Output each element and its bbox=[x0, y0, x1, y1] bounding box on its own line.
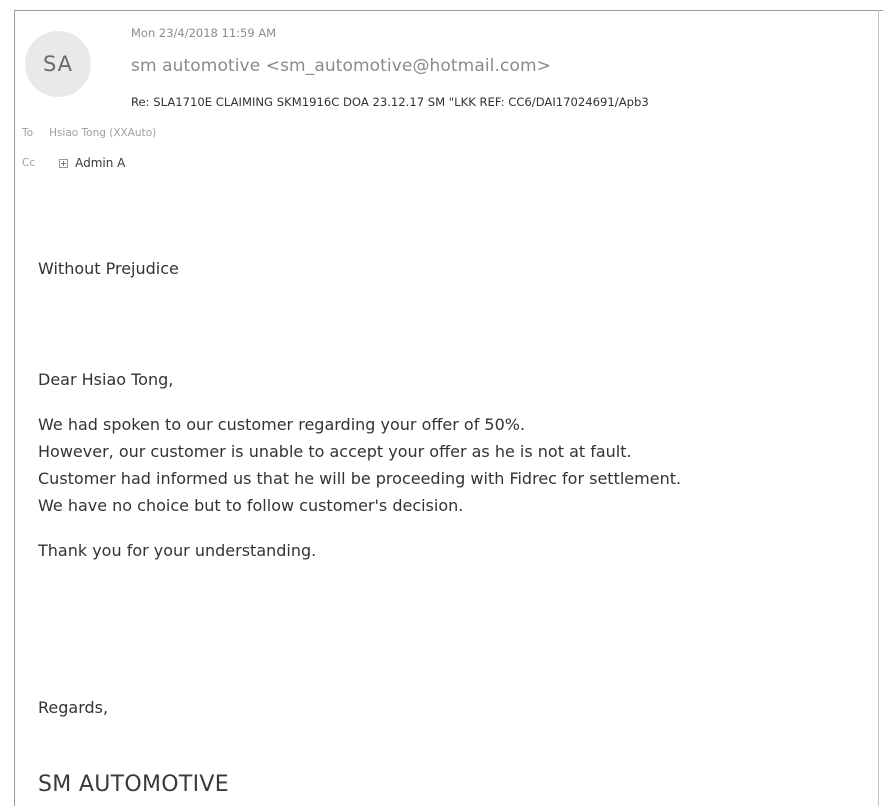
to-recipient[interactable]: Hsiao Tong (XXAuto) bbox=[49, 127, 156, 139]
cc-recipient[interactable]: Admin A bbox=[75, 156, 125, 170]
cc-label: Cc bbox=[22, 157, 36, 169]
greeting-line: Dear Hsiao Tong, bbox=[38, 370, 174, 389]
email-message-view: SA Mon 23/4/2018 11:59 AM sm automotive … bbox=[0, 0, 883, 806]
frame-border-top bbox=[14, 10, 883, 11]
body-line-4: We have no choice but to follow customer… bbox=[38, 496, 464, 515]
expand-group-icon[interactable] bbox=[59, 158, 69, 168]
to-label: To bbox=[22, 127, 34, 139]
sender-avatar[interactable]: SA bbox=[25, 31, 91, 97]
signature: SM AUTOMOTIVE bbox=[38, 772, 229, 797]
regards-line: Regards, bbox=[38, 698, 109, 717]
frame-border-left bbox=[14, 10, 15, 806]
message-subject: Re: SLA1710E CLAIMING SKM1916C DOA 23.12… bbox=[131, 95, 649, 109]
frame-border-right bbox=[878, 10, 879, 806]
without-prejudice-line: Without Prejudice bbox=[38, 259, 179, 278]
avatar-initials: SA bbox=[42, 52, 74, 76]
sender-name[interactable]: sm automotive <sm_automotive@hotmail.com… bbox=[131, 56, 551, 76]
body-line-1: We had spoken to our customer regarding … bbox=[38, 415, 526, 434]
body-line-3: Customer had informed us that he will be… bbox=[38, 469, 682, 488]
to-row: To Hsiao Tong (XXAuto) bbox=[22, 127, 156, 139]
message-date: Mon 23/4/2018 11:59 AM bbox=[131, 26, 277, 40]
thanks-line: Thank you for your understanding. bbox=[38, 541, 317, 560]
body-line-2: However, our customer is unable to accep… bbox=[38, 442, 632, 461]
cc-row: Cc Admin A bbox=[22, 156, 125, 170]
